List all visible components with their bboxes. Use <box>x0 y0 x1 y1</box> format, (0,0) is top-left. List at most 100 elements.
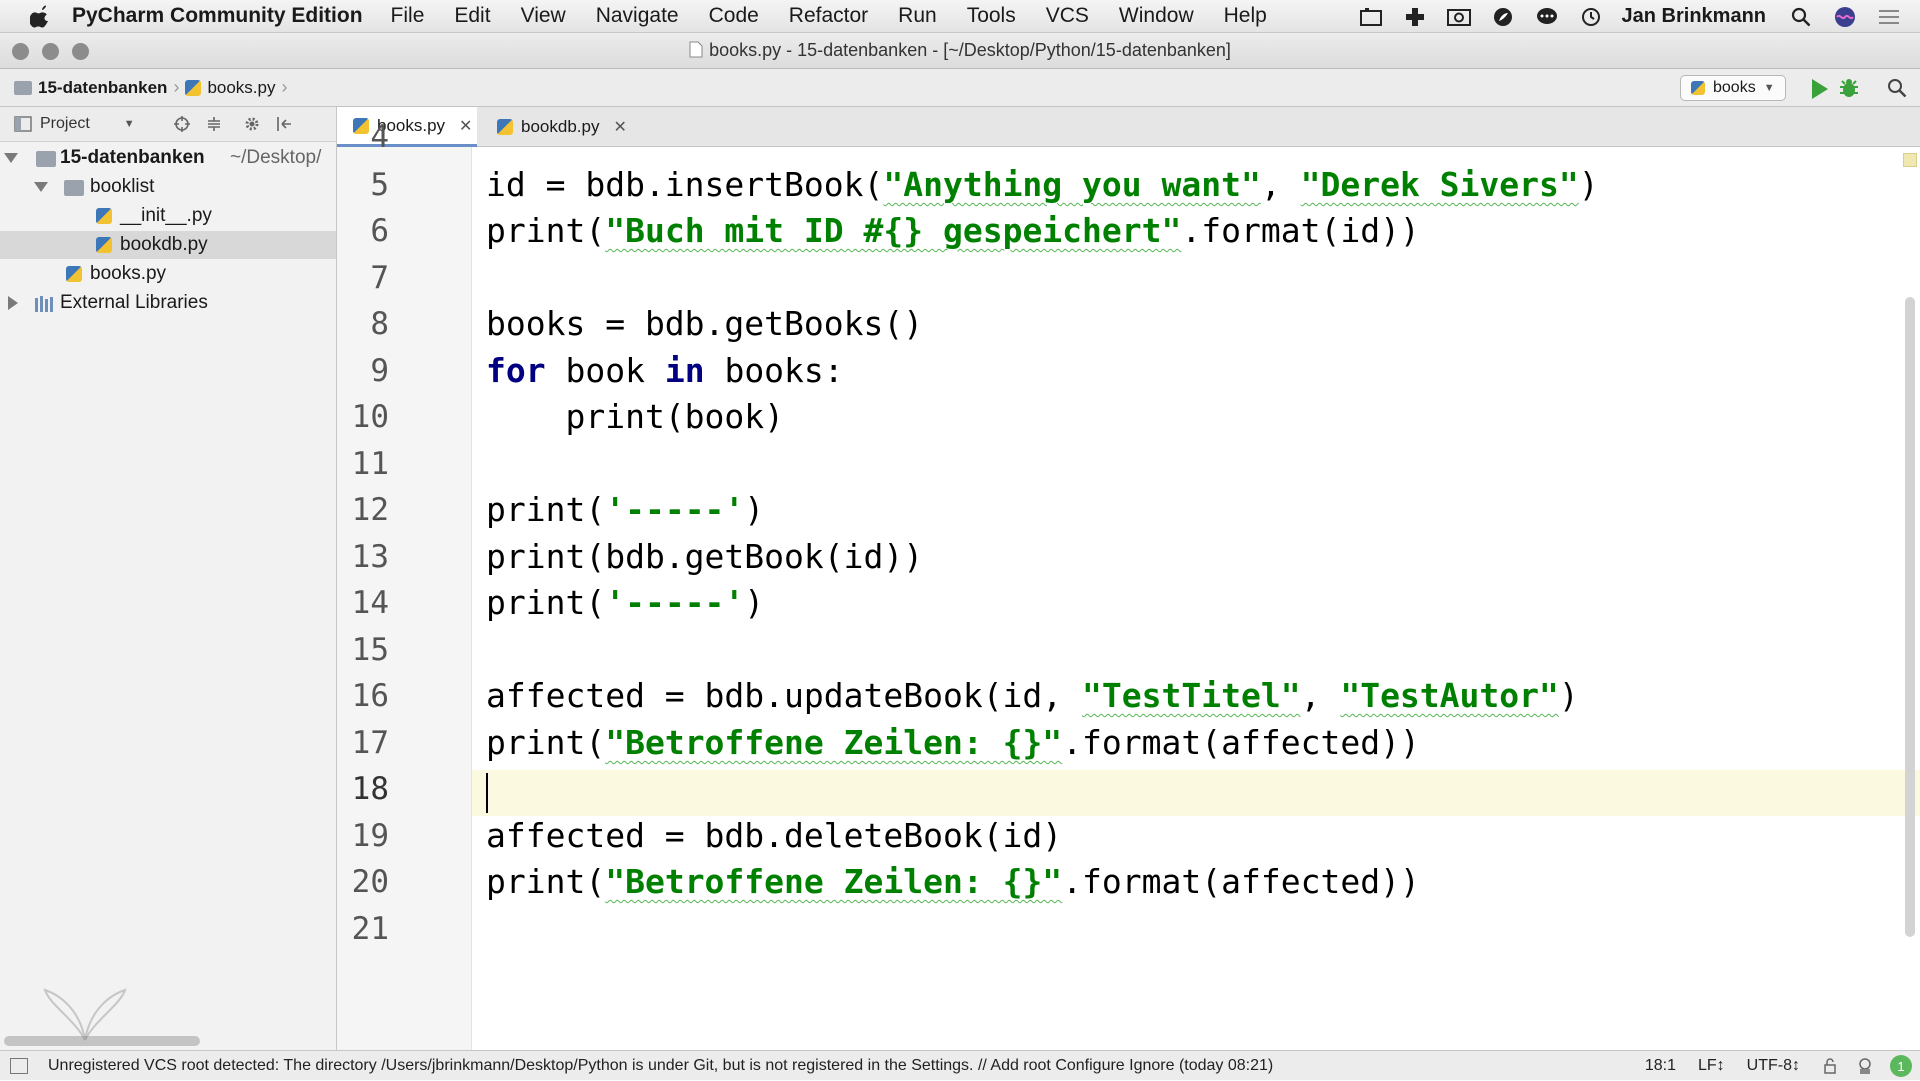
editor-tabs: books.py ✕ bookdb.py ✕ <box>337 107 1920 147</box>
inspector-hector-icon[interactable] <box>1856 1057 1874 1075</box>
menu-view[interactable]: View <box>521 4 566 28</box>
notification-center-icon[interactable] <box>1876 6 1902 28</box>
folder-icon <box>36 151 56 167</box>
project-panel-header: Project ▼ <box>0 107 336 142</box>
line-number: 11 <box>351 446 389 482</box>
line-number: 20 <box>351 864 389 900</box>
inspection-status-marker[interactable] <box>1903 153 1917 167</box>
code-line-13: print(bdb.getBook(id)) <box>486 537 924 576</box>
line-separator-selector[interactable]: LF↕ <box>1698 1057 1725 1075</box>
code-line-8: books = bdb.getBooks() <box>486 304 924 343</box>
screen-record-icon[interactable] <box>1358 6 1384 28</box>
close-tab-icon[interactable]: ✕ <box>613 117 626 137</box>
tree-item-bookdb-py[interactable]: bookdb.py <box>0 231 336 259</box>
python-file-icon <box>96 237 112 253</box>
code-line-19: affected = bdb.deleteBook(id) <box>486 816 1063 855</box>
editor-vertical-scrollbar[interactable] <box>1905 297 1915 937</box>
line-number: 17 <box>351 725 389 761</box>
python-file-icon <box>497 119 513 135</box>
mac-menubar: PyCharm Community Edition File Edit View… <box>0 0 1920 33</box>
code-line-17: print("Betroffene Zeilen: {}".format(aff… <box>486 723 1420 762</box>
search-everywhere-icon[interactable] <box>1886 77 1908 99</box>
debug-bug-icon[interactable] <box>1838 77 1860 99</box>
project-view-selector[interactable]: Project <box>40 115 90 133</box>
tool-windows-toggle-icon[interactable] <box>10 1057 28 1074</box>
encoding-selector[interactable]: UTF-8↕ <box>1747 1057 1800 1075</box>
menu-file[interactable]: File <box>391 4 425 28</box>
line-number: 6 <box>370 213 389 249</box>
menu-window[interactable]: Window <box>1119 4 1194 28</box>
user-name[interactable]: Jan Brinkmann <box>1622 5 1766 28</box>
camera-icon[interactable] <box>1446 6 1472 28</box>
menu-run[interactable]: Run <box>898 4 937 28</box>
tree-item-root[interactable]: 15-datenbanken ~/Desktop/ <box>0 144 336 172</box>
breadcrumb-project[interactable]: 15-datenbanken <box>14 78 167 98</box>
settings-gear-icon[interactable] <box>243 115 261 133</box>
butterfly-watermark-icon <box>43 988 127 1041</box>
collapse-arrow-icon[interactable] <box>8 296 18 310</box>
spotlight-search-icon[interactable] <box>1788 6 1814 28</box>
menu-vcs[interactable]: VCS <box>1046 4 1089 28</box>
tree-item-books-py[interactable]: books.py <box>0 260 336 288</box>
close-tab-icon[interactable]: ✕ <box>459 116 472 136</box>
code-line-10: print(book) <box>486 397 785 436</box>
status-bar: Unregistered VCS root detected: The dire… <box>0 1050 1920 1080</box>
menu-help[interactable]: Help <box>1224 4 1267 28</box>
run-configuration-select[interactable]: books ▼ <box>1680 75 1786 101</box>
plus-extension-icon[interactable] <box>1402 6 1428 28</box>
breadcrumb-separator: › <box>173 77 180 97</box>
breadcrumb-file[interactable]: books.py <box>185 78 275 98</box>
python-file-icon <box>1691 81 1705 95</box>
current-line-number: 18 <box>351 771 389 807</box>
code-line-20: print("Betroffene Zeilen: {}".format(aff… <box>486 862 1420 901</box>
text-caret <box>486 773 488 813</box>
app-name-menu[interactable]: PyCharm Community Edition <box>72 4 363 28</box>
caret-position[interactable]: 18:1 <box>1645 1057 1676 1075</box>
tree-item-booklist[interactable]: booklist <box>0 173 336 201</box>
tree-item-external-libraries[interactable]: External Libraries <box>0 289 336 317</box>
line-number: 7 <box>370 260 389 296</box>
menu-refactor[interactable]: Refactor <box>789 4 868 28</box>
menu-edit[interactable]: Edit <box>454 4 490 28</box>
chat-bubble-icon[interactable] <box>1534 6 1560 28</box>
line-number: 8 <box>370 306 389 342</box>
current-line-highlight <box>337 770 1920 816</box>
line-number: 4 <box>370 119 389 155</box>
code-line-6: print("Buch mit ID #{} gespeichert".form… <box>486 211 1420 250</box>
menu-code[interactable]: Code <box>709 4 759 28</box>
project-tool-window: Project ▼ 15-datenbanken ~/Desktop/ book… <box>0 107 337 1050</box>
line-number: 9 <box>370 353 389 389</box>
tab-bookdb-py[interactable]: bookdb.py ✕ <box>481 107 637 147</box>
python-file-icon <box>66 266 82 282</box>
time-machine-icon[interactable] <box>1578 6 1604 28</box>
apple-icon[interactable] <box>30 4 52 28</box>
event-log-badge[interactable]: 1 <box>1890 1055 1912 1077</box>
chevron-down-icon[interactable]: ▼ <box>124 118 135 130</box>
code-line-5: id = bdb.insertBook("Anything you want",… <box>486 165 1599 204</box>
siri-icon[interactable] <box>1832 6 1858 28</box>
document-icon <box>689 41 703 58</box>
line-number-gutter[interactable]: 4 5 6 7 8 9 10 11 12 13 14 15 16 17 18 1… <box>337 119 472 1050</box>
run-button[interactable] <box>1812 79 1828 99</box>
menu-tools[interactable]: Tools <box>967 4 1016 28</box>
code-line-14: print('-----') <box>486 583 765 622</box>
hide-panel-icon[interactable] <box>275 115 293 133</box>
menu-navigate[interactable]: Navigate <box>596 4 679 28</box>
code-line-9: for book in books: <box>486 351 844 390</box>
leaf-app-icon[interactable] <box>1490 6 1516 28</box>
line-number: 10 <box>351 399 389 435</box>
line-number: 15 <box>351 632 389 668</box>
collapse-all-icon[interactable] <box>205 115 223 133</box>
expand-arrow-icon[interactable] <box>34 182 48 192</box>
vcs-notification-message[interactable]: Unregistered VCS root detected: The dire… <box>48 1057 1273 1075</box>
code-line-16: affected = bdb.updateBook(id, "TestTitel… <box>486 676 1579 715</box>
line-number: 13 <box>351 539 389 575</box>
window-title: books.py - 15-datenbanken - [~/Desktop/P… <box>0 40 1920 61</box>
tree-item-init-py[interactable]: __init__.py <box>0 202 336 230</box>
lock-icon[interactable] <box>1822 1058 1838 1074</box>
folder-icon <box>64 180 84 196</box>
scroll-from-source-icon[interactable] <box>173 115 191 133</box>
code-editor[interactable]: 4 5 6 7 8 9 10 11 12 13 14 15 16 17 18 1… <box>337 119 1920 1050</box>
expand-arrow-icon[interactable] <box>4 153 18 163</box>
line-number: 5 <box>370 167 389 203</box>
